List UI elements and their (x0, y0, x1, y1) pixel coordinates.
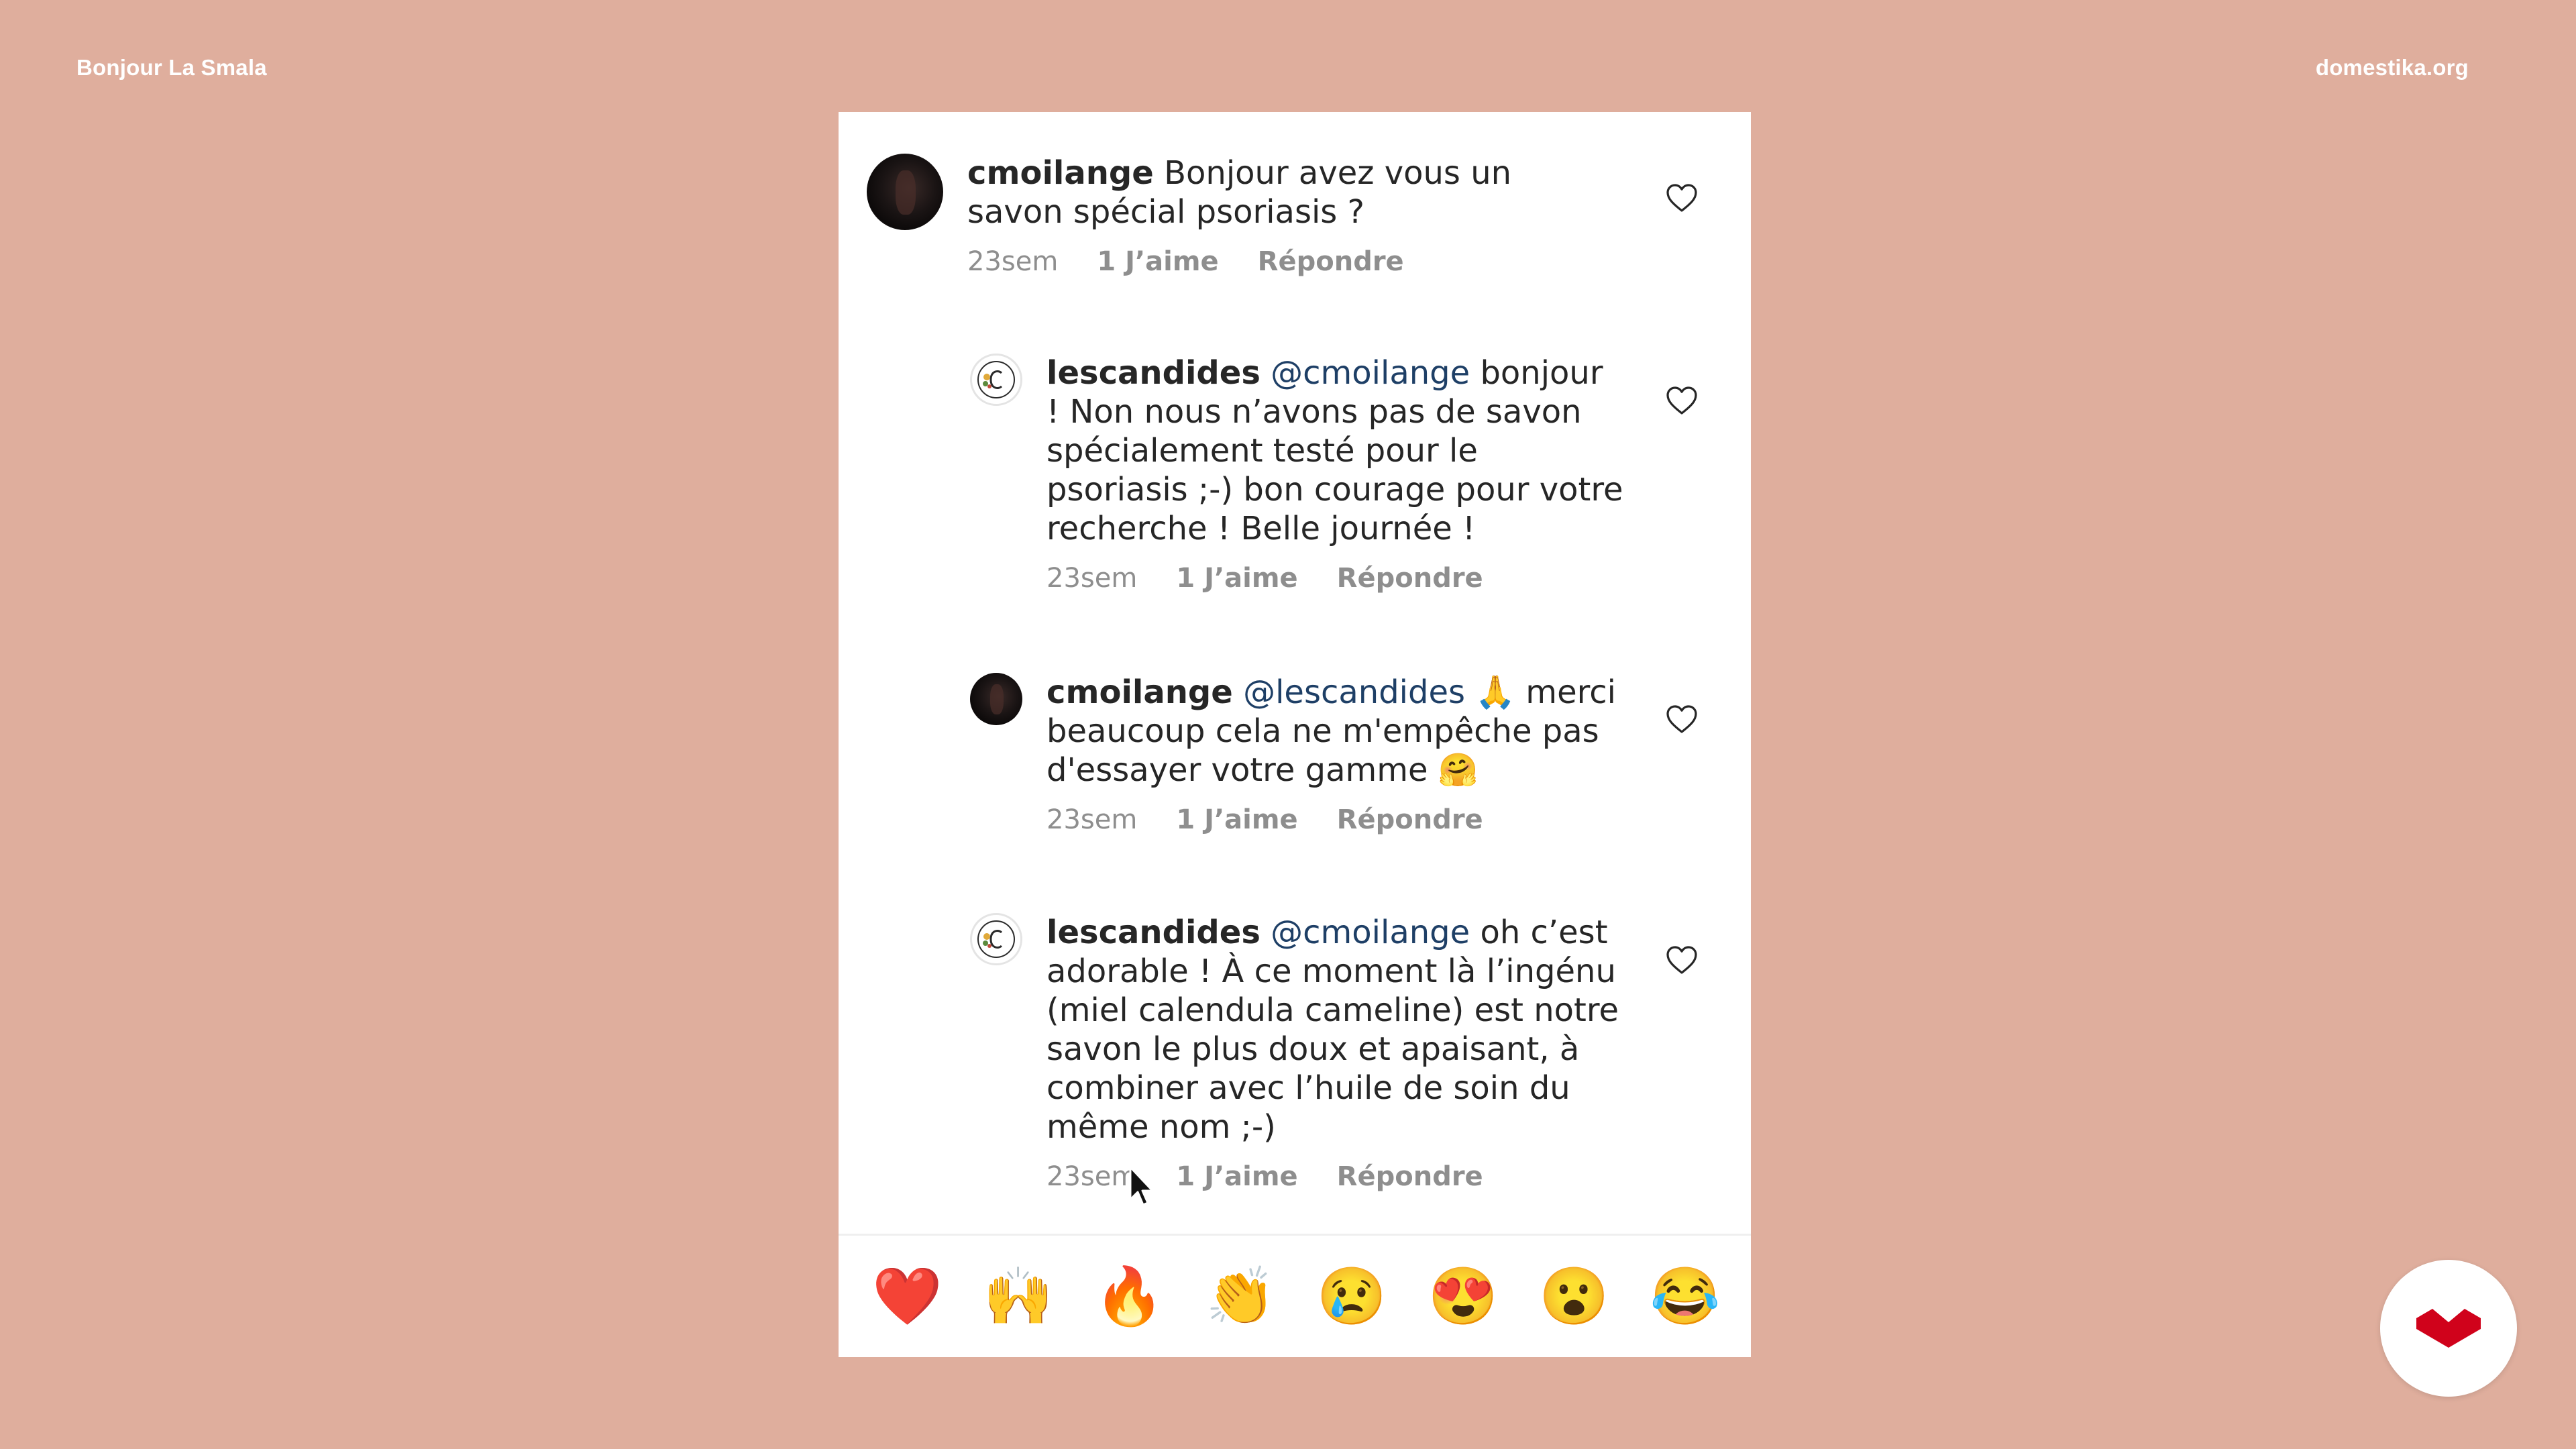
comment-username[interactable]: lescandides (1046, 354, 1260, 392)
brand-mark-icon (2416, 1309, 2481, 1348)
brand-logo-icon (977, 361, 1015, 398)
heart-outline-icon[interactable] (1666, 945, 1698, 975)
comment-likes[interactable]: 1 J’aime (1176, 563, 1297, 594)
comment-time[interactable]: 23sem (1046, 563, 1137, 594)
comment-text: cmoilange Bonjour avez vous un savon spé… (967, 154, 1611, 231)
comment-likes[interactable]: 1 J’aime (1176, 804, 1297, 835)
mouse-cursor-icon (1129, 1166, 1154, 1206)
course-title: Bonjour La Smala (76, 55, 267, 80)
comment-text: cmoilange @lescandides 🙏 merci beaucoup … (1046, 673, 1623, 790)
comment-time[interactable]: 23sem (1046, 1161, 1137, 1192)
comment-body: lescandides @cmoilange bonjour ! Non nou… (1046, 354, 1623, 594)
comment-body: cmoilange @lescandides 🙏 merci beaucoup … (1046, 673, 1623, 835)
comment-text: lescandides @cmoilange oh c’est adorable… (1046, 913, 1623, 1146)
mention-link[interactable]: @cmoilange (1271, 354, 1470, 392)
fire-emoji-icon[interactable]: 🔥 (1094, 1263, 1165, 1330)
raising-hands-emoji-icon[interactable]: 🙌 (983, 1263, 1054, 1330)
comment-text: lescandides @cmoilange bonjour ! Non nou… (1046, 354, 1623, 548)
reply-button[interactable]: Répondre (1337, 804, 1483, 835)
comment-username[interactable]: lescandides (1046, 914, 1260, 951)
tears-of-joy-emoji-icon[interactable]: 😂 (1650, 1263, 1721, 1330)
comment-meta: 23sem 1 J’aime Répondre (1046, 563, 1623, 594)
comment-meta: 23sem 1 J’aime Répondre (1046, 804, 1623, 835)
domestika-logo-icon[interactable] (2380, 1260, 2517, 1397)
reply-button[interactable]: Répondre (1337, 563, 1483, 594)
clapping-hands-emoji-icon[interactable]: 👏 (1205, 1263, 1276, 1330)
heart-outline-icon[interactable] (1666, 704, 1698, 734)
comment-body: cmoilange Bonjour avez vous un savon spé… (967, 154, 1611, 277)
mention-link[interactable]: @cmoilange (1271, 914, 1470, 951)
surprised-face-emoji-icon[interactable]: 😮 (1539, 1263, 1609, 1330)
avatar[interactable] (970, 913, 1022, 965)
comment-likes[interactable]: 1 J’aime (1176, 1161, 1297, 1192)
emoji-bar-divider (839, 1234, 1751, 1236)
crying-face-emoji-icon[interactable]: 😢 (1317, 1263, 1387, 1330)
heart-outline-icon[interactable] (1666, 386, 1698, 415)
red-heart-emoji-icon[interactable]: ❤️ (872, 1263, 943, 1330)
heart-outline-icon[interactable] (1666, 183, 1698, 213)
heart-eyes-emoji-icon[interactable]: 😍 (1428, 1263, 1499, 1330)
comment-body: lescandides @cmoilange oh c’est adorable… (1046, 913, 1623, 1192)
reply-item: lescandides @cmoilange bonjour ! Non nou… (970, 354, 1623, 594)
quick-reaction-bar: ❤️ 🙌 🔥 👏 😢 😍 😮 😂 (839, 1246, 1751, 1346)
comment-username[interactable]: cmoilange (1046, 674, 1233, 711)
comment-username[interactable]: cmoilange (967, 154, 1154, 192)
video-frame: Bonjour La Smala domestika.org cmoilange… (0, 0, 2576, 1449)
comment-meta: 23sem 1 J’aime Répondre (967, 246, 1611, 277)
reply-button[interactable]: Répondre (1337, 1161, 1483, 1192)
site-watermark: domestika.org (2315, 55, 2469, 80)
comment-time[interactable]: 23sem (1046, 804, 1137, 835)
comment-time[interactable]: 23sem (967, 246, 1058, 277)
avatar[interactable] (970, 673, 1022, 725)
mention-link[interactable]: @lescandides (1243, 674, 1465, 711)
reply-button[interactable]: Répondre (1258, 246, 1404, 277)
comments-panel: cmoilange Bonjour avez vous un savon spé… (839, 112, 1751, 1357)
comment-item: cmoilange Bonjour avez vous un savon spé… (867, 154, 1611, 277)
avatar[interactable] (970, 354, 1022, 406)
avatar[interactable] (867, 154, 943, 230)
brand-logo-icon (977, 920, 1015, 958)
comment-likes[interactable]: 1 J’aime (1097, 246, 1218, 277)
reply-item: lescandides @cmoilange oh c’est adorable… (970, 913, 1623, 1192)
reply-item: cmoilange @lescandides 🙏 merci beaucoup … (970, 673, 1623, 835)
